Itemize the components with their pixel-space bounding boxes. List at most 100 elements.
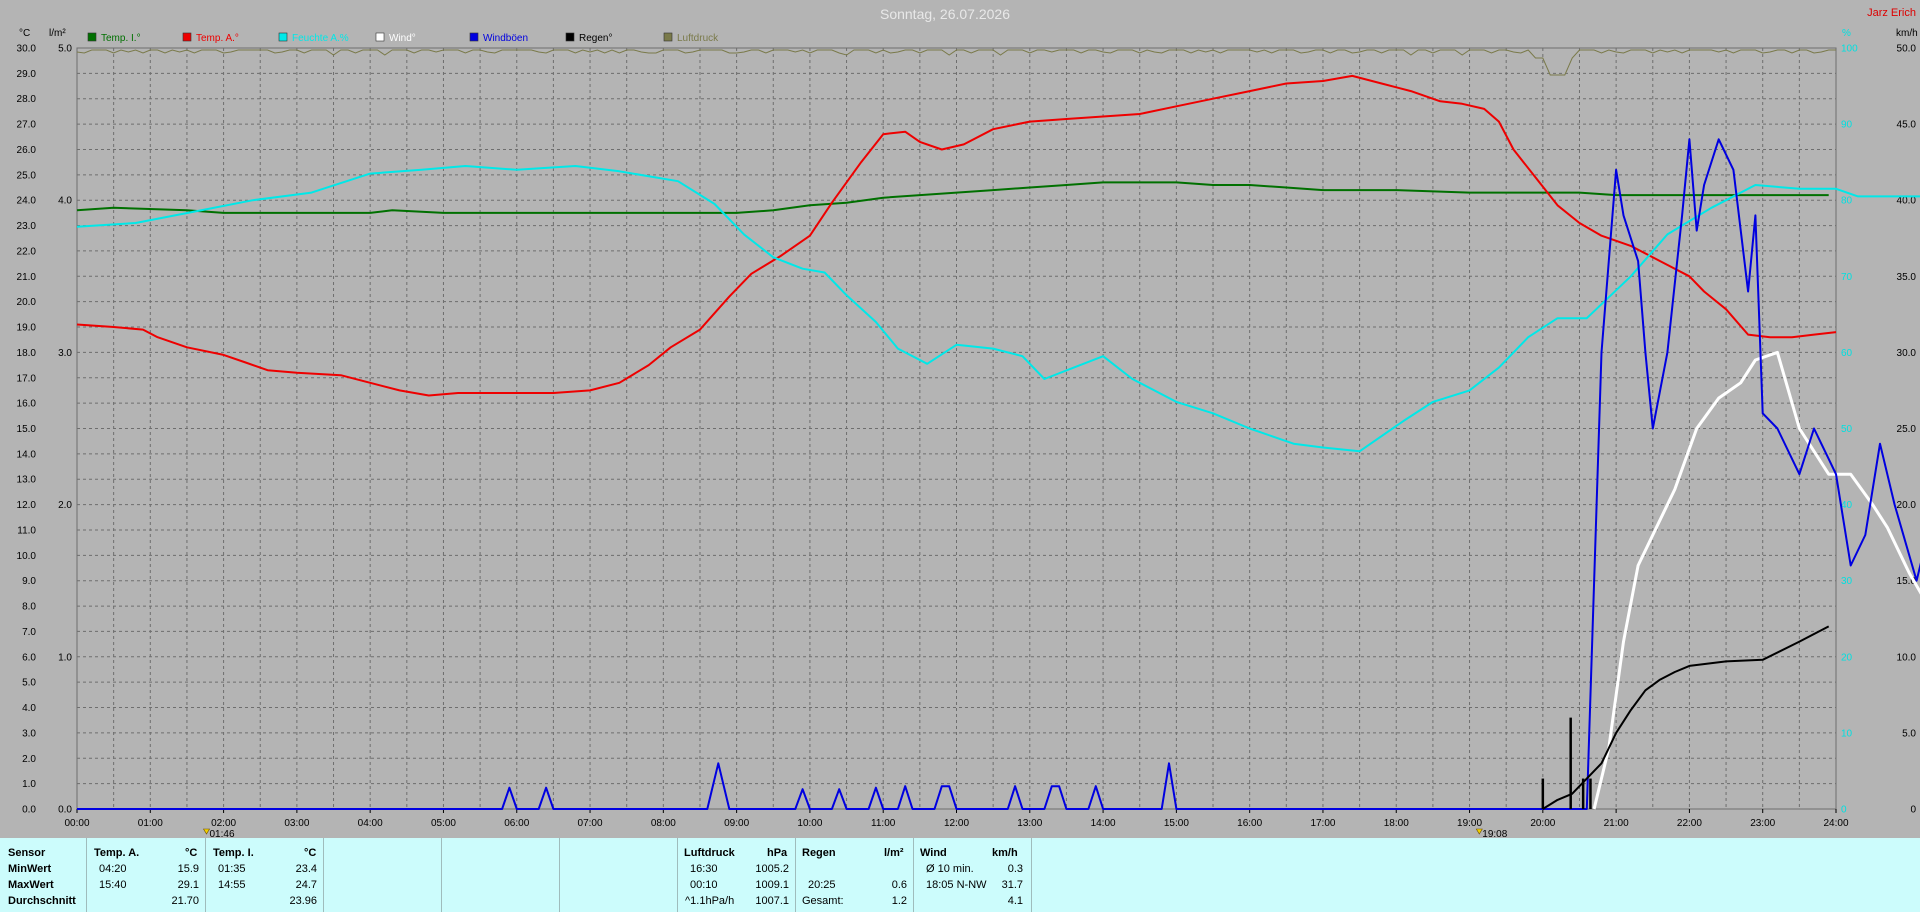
x-tick-label: 03:00 xyxy=(284,818,309,829)
right2-tick-label: 10.0 xyxy=(1897,652,1917,663)
left-tick-label: 24.0 xyxy=(17,196,37,207)
right2-tick-label: 45.0 xyxy=(1897,120,1917,131)
right2-tick-label: 50.0 xyxy=(1897,44,1917,55)
row-label-min: MinWert xyxy=(8,863,52,875)
stats-temp-a-panel: Temp. A. °C 04:20 15.9 15:40 29.1 21.70 xyxy=(87,838,206,912)
left-tick-label: 26.0 xyxy=(17,145,37,156)
temp-i-avg-value: 23.96 xyxy=(289,895,317,907)
right-tick-label: 30 xyxy=(1841,576,1853,587)
wind-avg10-label: Ø 10 min. xyxy=(926,863,974,875)
luftdruck-avg-value: 1007.1 xyxy=(755,895,789,907)
wind-max-value: 31.7 xyxy=(1001,879,1023,891)
temp-i-max-time: 14:55 xyxy=(218,879,246,891)
row-label-max: MaxWert xyxy=(8,879,54,891)
temp-a-unit: °C xyxy=(185,847,198,859)
left-tick-label: 4.0 xyxy=(22,703,36,714)
temp-a-min-value: 15.9 xyxy=(177,863,199,875)
left-tick-label: 23.0 xyxy=(17,221,37,232)
legend-label: Temp. I.° xyxy=(101,33,141,44)
regen-header: Regen xyxy=(802,847,836,859)
author-label: Jarz Erich xyxy=(1867,7,1916,19)
wind-avg10-value: 0.3 xyxy=(1007,863,1023,875)
left-tick-label: 29.0 xyxy=(17,69,37,80)
temp-i-header: Temp. I. xyxy=(213,847,254,859)
right-tick-label: 70 xyxy=(1841,272,1853,283)
left-tick-label: 30.0 xyxy=(17,44,37,55)
left-tick-label: 5.0 xyxy=(22,678,36,689)
chart-title: Sonntag, 26.07.2026 xyxy=(880,6,1010,22)
left-tick-label: 25.0 xyxy=(17,170,37,181)
statistics-panel: Sensor MinWert MaxWert Durchschnitt Temp… xyxy=(0,838,1920,912)
x-tick-label: 01:00 xyxy=(138,818,163,829)
legend-swatch xyxy=(469,32,479,42)
left-tick-label: 27.0 xyxy=(17,120,37,131)
x-tick-label: 14:00 xyxy=(1091,818,1116,829)
left-tick-label: 2.0 xyxy=(22,754,36,765)
left-tick-label: 22.0 xyxy=(17,246,37,257)
luftdruck-header: Luftdruck xyxy=(684,847,735,859)
left-tick-label: 19.0 xyxy=(17,323,37,334)
temp-i-min-value: 23.4 xyxy=(295,863,317,875)
x-tick-label: 09:00 xyxy=(724,818,749,829)
legend-swatch xyxy=(565,32,575,42)
regen-total-label: Gesamt: xyxy=(802,895,844,907)
stats-regen-panel: Regen l/m² 20:25 0.6 Gesamt: 1.2 xyxy=(796,838,914,912)
stats-empty-panel-2 xyxy=(442,838,560,912)
left-tick-label: 8.0 xyxy=(22,602,36,613)
luftdruck-min-time: 16:30 xyxy=(690,863,718,875)
right-tick-label: 0 xyxy=(1841,805,1847,816)
left-tick-label: 7.0 xyxy=(22,627,36,638)
right-tick-label: 60 xyxy=(1841,348,1853,359)
left2-axis-unit: l/m² xyxy=(49,28,66,39)
stats-luftdruck-panel: Luftdruck hPa 16:30 1005.2 00:10 1009.1 … xyxy=(678,838,796,912)
luftdruck-max-value: 1009.1 xyxy=(755,879,789,891)
left2-tick-label: 3.0 xyxy=(58,348,72,359)
x-tick-label: 24:00 xyxy=(1823,818,1848,829)
regen-max-value: 0.6 xyxy=(891,879,907,891)
stats-empty-panel-1 xyxy=(324,838,442,912)
legend-swatch xyxy=(663,32,673,42)
right2-tick-label: 20.0 xyxy=(1897,500,1917,511)
row-label-avg: Durchschnitt xyxy=(8,895,76,907)
legend-swatch xyxy=(182,32,192,42)
left-tick-label: 21.0 xyxy=(17,272,37,283)
right-axis-unit: % xyxy=(1842,28,1851,39)
stats-wind-panel: Wind km/h Ø 10 min. 0.3 18:05 N-NW 31.7 … xyxy=(914,838,1032,912)
regen-unit: l/m² xyxy=(884,847,904,859)
left2-tick-label: 0.0 xyxy=(58,805,72,816)
legend-label: Windböen xyxy=(483,33,528,44)
left2-tick-label: 1.0 xyxy=(58,652,72,663)
temp-a-avg-value: 21.70 xyxy=(171,895,199,907)
left-tick-label: 10.0 xyxy=(17,551,37,562)
row-label-sensor: Sensor xyxy=(8,847,46,859)
x-tick-label: 07:00 xyxy=(578,818,603,829)
x-tick-label: 16:00 xyxy=(1237,818,1262,829)
x-tick-label: 02:00 xyxy=(211,818,236,829)
right-tick-label: 20 xyxy=(1841,652,1853,663)
wind-max-time: 18:05 N-NW xyxy=(926,879,987,891)
left-axis-unit: °C xyxy=(19,28,30,39)
left2-tick-label: 4.0 xyxy=(58,196,72,207)
x-tick-label: 13:00 xyxy=(1017,818,1042,829)
wind-unit: km/h xyxy=(992,847,1018,859)
left-tick-label: 18.0 xyxy=(17,348,37,359)
regen-max-time: 20:25 xyxy=(808,879,836,891)
regen-total-value: 1.2 xyxy=(891,895,907,907)
left-tick-label: 17.0 xyxy=(17,373,37,384)
right-tick-label: 10 xyxy=(1841,728,1853,739)
x-tick-label: 23:00 xyxy=(1750,818,1775,829)
temp-i-max-value: 24.7 xyxy=(295,879,317,891)
x-tick-label: 11:00 xyxy=(871,818,896,829)
right2-tick-label: 25.0 xyxy=(1897,424,1917,435)
legend-label: Luftdruck xyxy=(677,33,719,44)
luftdruck-min-value: 1005.2 xyxy=(755,863,789,875)
x-tick-label: 18:00 xyxy=(1384,818,1409,829)
stats-empty-panel-3 xyxy=(560,838,678,912)
right-tick-label: 50 xyxy=(1841,424,1853,435)
temp-a-max-value: 29.1 xyxy=(177,879,199,891)
legend-swatch xyxy=(87,32,97,42)
wind-header: Wind xyxy=(920,847,947,859)
right-tick-label: 80 xyxy=(1841,196,1853,207)
right2-tick-label: 5.0 xyxy=(1902,728,1916,739)
x-tick-label: 00:00 xyxy=(64,818,89,829)
